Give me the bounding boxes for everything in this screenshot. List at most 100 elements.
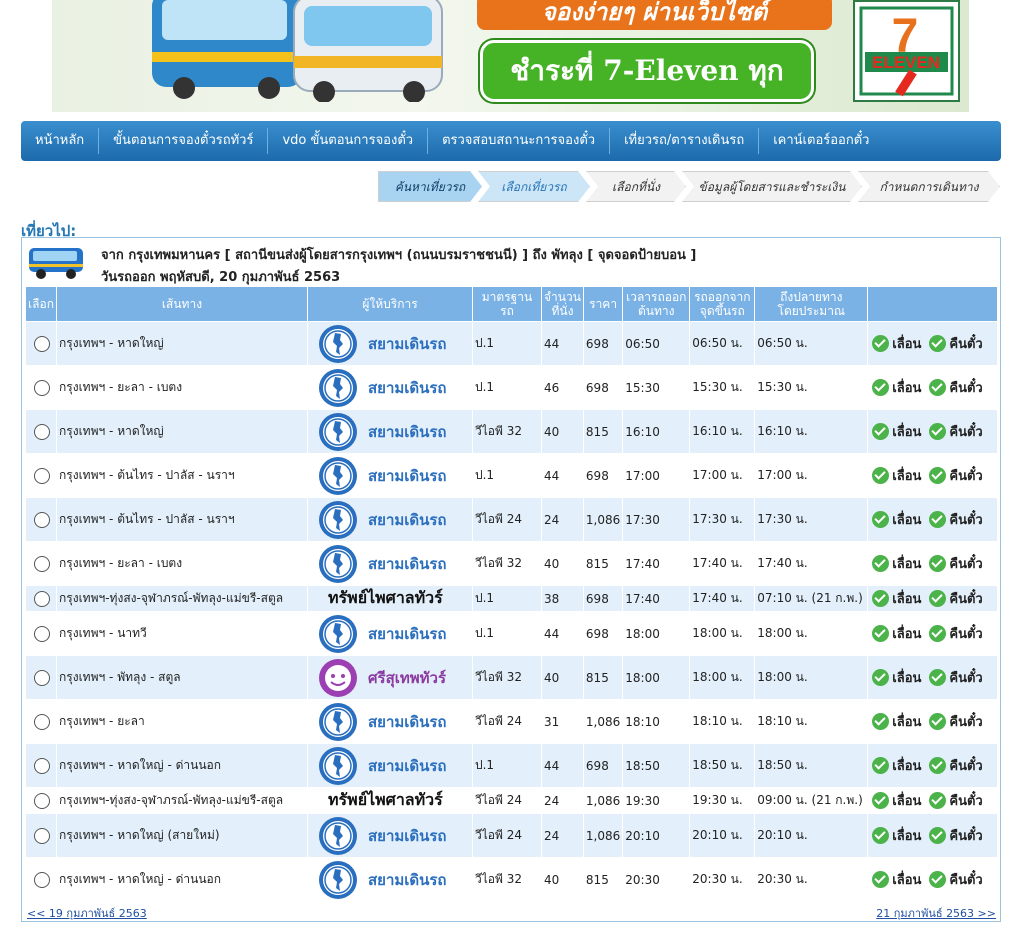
trip-select-radio[interactable] (34, 379, 50, 396)
trip-select-radio[interactable] (34, 335, 50, 352)
postpone-button[interactable]: เลื่อน (872, 588, 921, 609)
standard-cell: ป.1 (473, 366, 541, 409)
depart-cell: 20:30 (623, 858, 690, 901)
table-row: กรุงเทพฯ - ยะลา - เบตง สยามเดินรถ วีไอพี 3… (26, 542, 997, 585)
check-icon (872, 510, 890, 528)
postpone-button[interactable]: เลื่อน (872, 509, 921, 530)
arrive-cell: 16:10 น. (755, 410, 868, 453)
col-depart: เวลารถออก ต้นทาง (623, 287, 690, 321)
check-icon (872, 826, 890, 844)
route-cell: กรุงเทพฯ - ยะลา - เบตง (57, 542, 307, 585)
check-icon (872, 334, 890, 352)
seats-cell: 40 (542, 858, 583, 901)
refund-button[interactable]: คืนตั๋ว (929, 711, 983, 732)
col-select: เลือก (26, 287, 56, 321)
trip-select-radio[interactable] (34, 713, 50, 730)
operator-cell: สยามเดินรถ (308, 498, 472, 541)
price-cell: 698 (583, 366, 623, 409)
arrive-cell: 20:30 น. (755, 858, 868, 901)
col-operator: ผู้ให้บริการ (308, 287, 472, 321)
select-cell (26, 498, 56, 541)
postpone-label: เลื่อน (892, 793, 922, 809)
nav-counters[interactable]: เคาน์เตอร์ออกตั๋ว (759, 128, 883, 154)
nav-check-status[interactable]: ตรวจสอบสถานะการจองตั๋ว (428, 128, 611, 154)
actions-cell: เลื่อน คืนตั๋ว (868, 498, 997, 541)
select-cell (26, 542, 56, 585)
operator-wrap: สยามเดินรถ (310, 368, 470, 408)
standard-cell: วีไอพี 24 (473, 498, 541, 541)
actions-cell: เลื่อน คืนตั๋ว (868, 858, 997, 901)
refund-button[interactable]: คืนตั๋ว (929, 509, 983, 530)
refund-button[interactable]: คืนตั๋ว (929, 869, 983, 890)
refund-button[interactable]: คืนตั๋ว (929, 465, 983, 486)
refund-button[interactable]: คืนตั๋ว (929, 790, 983, 811)
operator-cell: สยามเดินรถ (308, 454, 472, 497)
postpone-button[interactable]: เลื่อน (872, 667, 921, 688)
postpone-button[interactable]: เลื่อน (872, 790, 921, 811)
refund-label: คืนตั๋ว (949, 670, 983, 686)
check-icon (872, 589, 890, 607)
trip-select-radio[interactable] (34, 423, 50, 440)
postpone-button[interactable]: เลื่อน (872, 465, 921, 486)
nav-video-steps[interactable]: vdo ขั้นตอนการจองตั๋ว (268, 128, 429, 154)
postpone-button[interactable]: เลื่อน (872, 553, 921, 574)
refund-button[interactable]: คืนตั๋ว (929, 667, 983, 688)
trip-select-radio[interactable] (34, 792, 50, 809)
check-icon (872, 466, 890, 484)
refund-button[interactable]: คืนตั๋ว (929, 755, 983, 776)
table-row: กรุงเทพฯ - ยะลา สยามเดินรถ วีไอพี 24 31 1,08… (26, 700, 997, 743)
operator-name: สยามเดินรถ (368, 826, 447, 845)
check-icon (929, 422, 947, 440)
siam-transport-logo-icon (319, 746, 357, 785)
select-cell (26, 410, 56, 453)
prev-day-link[interactable]: << 19 กุมภาพันธ์ 2563 (27, 904, 147, 922)
arrive-cell: 15:30 น. (755, 366, 868, 409)
refund-button[interactable]: คืนตั๋ว (929, 377, 983, 398)
route-cell: กรุงเทพฯ - หาดใหญ่ (57, 410, 307, 453)
select-cell (26, 366, 56, 409)
nav-home[interactable]: หน้าหลัก (21, 128, 100, 154)
refund-button[interactable]: คืนตั๋ว (929, 333, 983, 354)
postpone-button[interactable]: เลื่อน (872, 711, 921, 732)
nav-schedule[interactable]: เที่ยวรถ/ตารางเดินรถ (610, 128, 760, 154)
select-cell (26, 322, 56, 365)
refund-button[interactable]: คืนตั๋ว (929, 825, 983, 846)
trip-select-radio[interactable] (34, 590, 50, 607)
route-cell: กรุงเทพฯ - นาทวี (57, 612, 307, 655)
next-day-link[interactable]: 21 กุมภาพันธ์ 2563 >> (876, 904, 996, 922)
trip-select-radio[interactable] (34, 827, 50, 844)
trip-select-radio[interactable] (34, 555, 50, 572)
trip-select-radio[interactable] (34, 467, 50, 484)
trip-select-radio[interactable] (34, 871, 50, 888)
route-cell: กรุงเทพฯ - หาดใหญ่ (57, 322, 307, 365)
actions-cell: เลื่อน คืนตั๋ว (868, 542, 997, 585)
refund-button[interactable]: คืนตั๋ว (929, 421, 983, 442)
nav-booking-steps[interactable]: ขั้นตอนการจองตั๋วรถทัวร์ (99, 128, 269, 154)
trip-select-radio[interactable] (34, 511, 50, 528)
trip-select-radio[interactable] (34, 669, 50, 686)
trip-select-radio[interactable] (34, 757, 50, 774)
postpone-button[interactable]: เลื่อน (872, 825, 921, 846)
board-cell: 06:50 น. (690, 322, 755, 365)
refund-button[interactable]: คืนตั๋ว (929, 588, 983, 609)
operator-name: ศรีสุเทพทัวร์ (368, 668, 447, 687)
postpone-button[interactable]: เลื่อน (872, 333, 921, 354)
postpone-button[interactable]: เลื่อน (872, 623, 921, 644)
actions-cell: เลื่อน คืนตั๋ว (868, 322, 997, 365)
refund-button[interactable]: คืนตั๋ว (929, 553, 983, 574)
trip-results-panel: จาก กรุงเทพมหานคร [ สถานีขนส่งผู้โดยสารก… (21, 237, 1001, 922)
operator-name: ทรัพย์ไพศาลทัวร์ (328, 790, 443, 809)
seven-eleven-logo: 7 ELEVEN (853, 0, 960, 102)
trip-select-radio[interactable] (34, 625, 50, 642)
postpone-label: เลื่อน (892, 556, 922, 572)
postpone-button[interactable]: เลื่อน (872, 869, 921, 890)
table-row: กรุงเทพฯ - ยะลา - เบตง สยามเดินรถ ป.1 46 698… (26, 366, 997, 409)
price-cell: 1,086 (583, 814, 623, 857)
postpone-button[interactable]: เลื่อน (872, 377, 921, 398)
postpone-button[interactable]: เลื่อน (872, 755, 921, 776)
refund-button[interactable]: คืนตั๋ว (929, 623, 983, 644)
col-price: ราคา (583, 287, 623, 321)
arrive-cell: 20:10 น. (755, 814, 868, 857)
seats-cell: 44 (542, 744, 583, 787)
postpone-button[interactable]: เลื่อน (872, 421, 921, 442)
